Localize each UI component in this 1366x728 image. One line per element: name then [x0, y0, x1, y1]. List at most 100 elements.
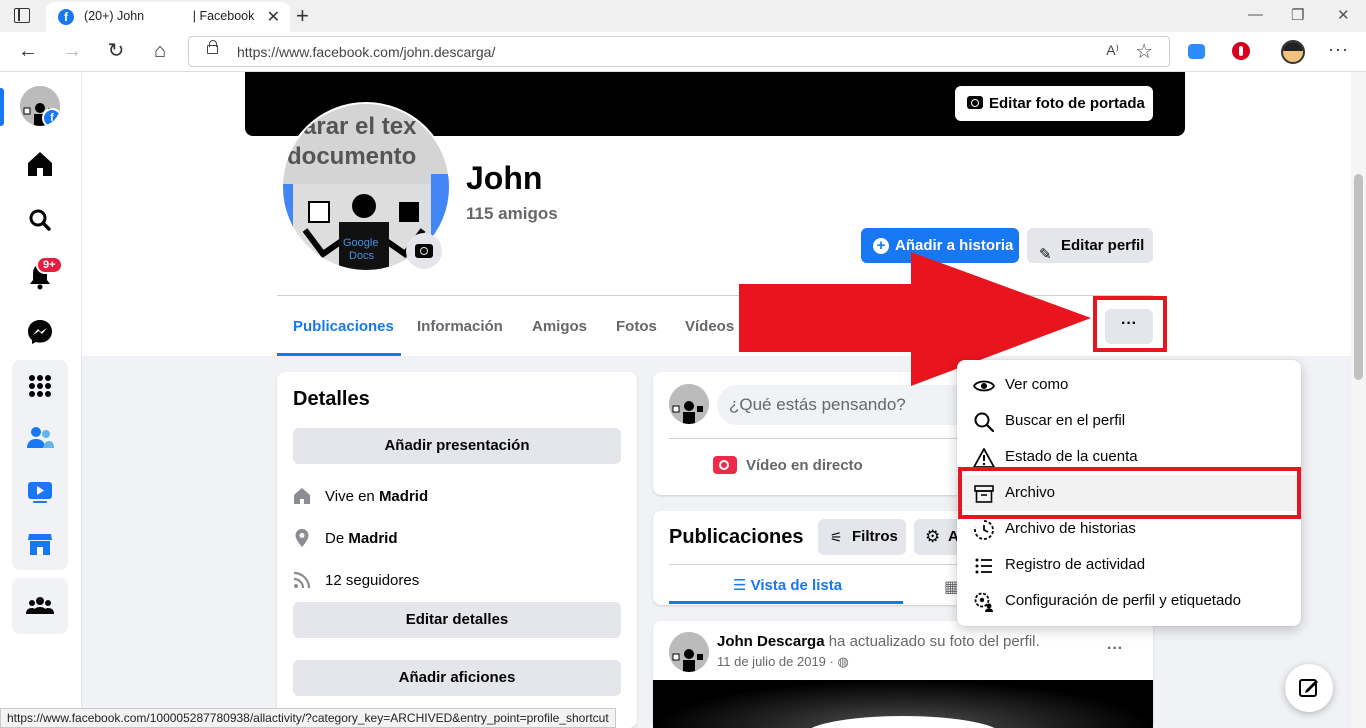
avatar-logo-line1: Google	[343, 237, 378, 249]
tab-informacion[interactable]: Información	[417, 318, 503, 335]
menu-item-ver-como[interactable]: Ver como	[957, 367, 1301, 403]
active-tab-indicator	[277, 353, 401, 356]
marketplace-icon[interactable]	[24, 528, 56, 560]
refresh-icon[interactable]: ↻	[104, 40, 128, 62]
post-header: John Descarga ha actualizado su foto del…	[717, 633, 1040, 650]
friends-icon[interactable]	[24, 422, 56, 454]
search-icon[interactable]	[24, 204, 56, 236]
filters-button[interactable]: ⚟ Filtros	[818, 519, 906, 555]
scrollbar-thumb[interactable]	[1354, 174, 1363, 380]
home-icon	[294, 488, 310, 504]
browser-menu-icon[interactable]: ···	[1328, 39, 1349, 60]
close-window-icon[interactable]: ✕	[1337, 6, 1350, 24]
rss-followers-icon	[293, 571, 311, 589]
eye-icon	[973, 380, 995, 392]
lives-in-row: Vive en Madrid	[325, 488, 428, 505]
edit-cover-photo-button[interactable]: Editar foto de portada	[955, 86, 1153, 121]
new-message-button[interactable]	[1285, 664, 1333, 712]
menu-item-label: Registro de actividad	[1005, 556, 1146, 573]
menu-grid-icon[interactable]	[24, 370, 56, 402]
forward-icon[interactable]: →	[60, 40, 84, 62]
tab-videos[interactable]: Vídeos	[685, 318, 734, 335]
list-view-indicator	[669, 601, 903, 604]
list-view-tab[interactable]: ☰ Vista de lista	[733, 576, 842, 594]
minimize-icon[interactable]: —	[1248, 6, 1263, 23]
camera-icon	[967, 96, 983, 109]
zoom-extension-icon[interactable]	[1188, 44, 1205, 59]
menu-item-label: Archivo de historias	[1005, 520, 1136, 537]
restore-icon[interactable]: ❐	[1291, 6, 1304, 24]
menu-item-label: Buscar en el perfil	[1005, 412, 1126, 429]
lives-in-city[interactable]: Madrid	[379, 488, 428, 505]
globe-icon: ◍	[837, 654, 849, 669]
gear-icon: ⚙	[925, 527, 941, 546]
highlight-box-archivo	[958, 467, 1301, 519]
rail-profile-avatar[interactable]	[20, 86, 60, 126]
tab-fotos[interactable]: Fotos	[616, 318, 657, 335]
adblock-extension-icon[interactable]	[1232, 42, 1250, 60]
post-image[interactable]	[653, 680, 1153, 728]
browser-nav-bar: ← → ↻ ⌂ https://www.facebook.com/john.de…	[0, 32, 1366, 72]
change-profile-picture-camera-icon[interactable]	[406, 233, 442, 269]
tab-publicaciones[interactable]: Publicaciones	[293, 318, 394, 335]
list-view-label: Vista de lista	[750, 577, 843, 594]
address-bar[interactable]: https://www.facebook.com/john.descarga/ …	[188, 36, 1170, 67]
post-date[interactable]: 11 de julio de 2019 · ◍	[717, 654, 849, 670]
add-bio-button[interactable]: Añadir presentación	[293, 428, 621, 464]
post-more-icon[interactable]: ···	[1107, 640, 1123, 658]
notifications-badge: 9+	[36, 256, 63, 274]
location-pin-icon	[295, 529, 309, 547]
back-icon[interactable]: ←	[16, 40, 40, 62]
story-archive-icon	[974, 520, 994, 540]
new-tab-icon[interactable]: +	[296, 3, 309, 29]
filters-label: Filtros	[852, 528, 898, 545]
browser-tab-strip: f (20+) John | Facebook ✕ + — ❐ ✕	[0, 0, 1366, 32]
avatar-text-line2: documento	[287, 143, 416, 170]
home-icon[interactable]	[24, 148, 56, 180]
from-city[interactable]: Madrid	[348, 530, 397, 547]
facebook-left-rail: 9+	[0, 72, 82, 728]
from-prefix: De	[325, 530, 349, 547]
read-aloud-icon[interactable]: A⁾	[1106, 42, 1119, 59]
tab-close-icon[interactable]: ✕	[267, 7, 280, 27]
tab-amigos[interactable]: Amigos	[532, 318, 587, 335]
list-icon: ☰	[733, 577, 751, 594]
browser-tab[interactable]: f (20+) John | Facebook ✕	[46, 2, 290, 32]
lock-icon[interactable]	[207, 40, 218, 54]
compose-icon	[1299, 679, 1318, 697]
settings-user-icon	[974, 592, 993, 612]
posts-title: Publicaciones	[669, 526, 804, 548]
menu-item-registro-actividad[interactable]: Registro de actividad	[957, 547, 1301, 583]
live-video-button[interactable]: Vídeo en directo	[746, 457, 863, 474]
home-icon[interactable]: ⌂	[148, 40, 172, 62]
avatar-logo-line2: Docs	[349, 250, 375, 262]
post-author-name[interactable]: John Descarga	[717, 633, 825, 650]
menu-item-label: Ver como	[1005, 376, 1069, 393]
url-text[interactable]: https://www.facebook.com/john.descarga/	[237, 44, 495, 60]
edit-details-button[interactable]: Editar detalles	[293, 602, 621, 638]
from-row: De Madrid	[325, 530, 398, 547]
facebook-favicon-icon: f	[58, 9, 74, 25]
groups-icon[interactable]	[24, 590, 56, 622]
menu-item-label: Configuración de perfil y etiquetado	[1005, 592, 1241, 609]
tab-title: (20+) John | Facebook	[84, 9, 255, 23]
composer-avatar[interactable]	[669, 384, 709, 424]
post-action-text: ha actualizado su foto del perfil.	[824, 633, 1040, 650]
details-title: Detalles	[293, 388, 370, 410]
sidebar-toggle-icon[interactable]	[14, 8, 30, 23]
post-date-text: 11 de julio de 2019 ·	[717, 654, 838, 669]
post-author-avatar[interactable]	[669, 632, 709, 672]
followers-row[interactable]: 12 seguidores	[325, 572, 419, 589]
live-video-icon[interactable]	[713, 456, 737, 474]
page-scrollbar[interactable]	[1351, 72, 1366, 728]
add-hobbies-button[interactable]: Añadir aficiones	[293, 660, 621, 696]
messenger-icon[interactable]	[24, 316, 56, 348]
add-favorite-icon[interactable]: ☆	[1135, 39, 1153, 64]
menu-item-buscar-en-perfil[interactable]: Buscar en el perfil	[957, 403, 1301, 439]
browser-profile-avatar[interactable]	[1281, 40, 1305, 64]
search-icon	[974, 412, 995, 433]
watch-video-icon[interactable]	[24, 476, 56, 508]
menu-item-configuracion-perfil[interactable]: Configuración de perfil y etiquetado	[957, 583, 1301, 619]
friends-count[interactable]: 115 amigos	[466, 204, 558, 224]
highlight-box-more-button	[1093, 296, 1167, 352]
